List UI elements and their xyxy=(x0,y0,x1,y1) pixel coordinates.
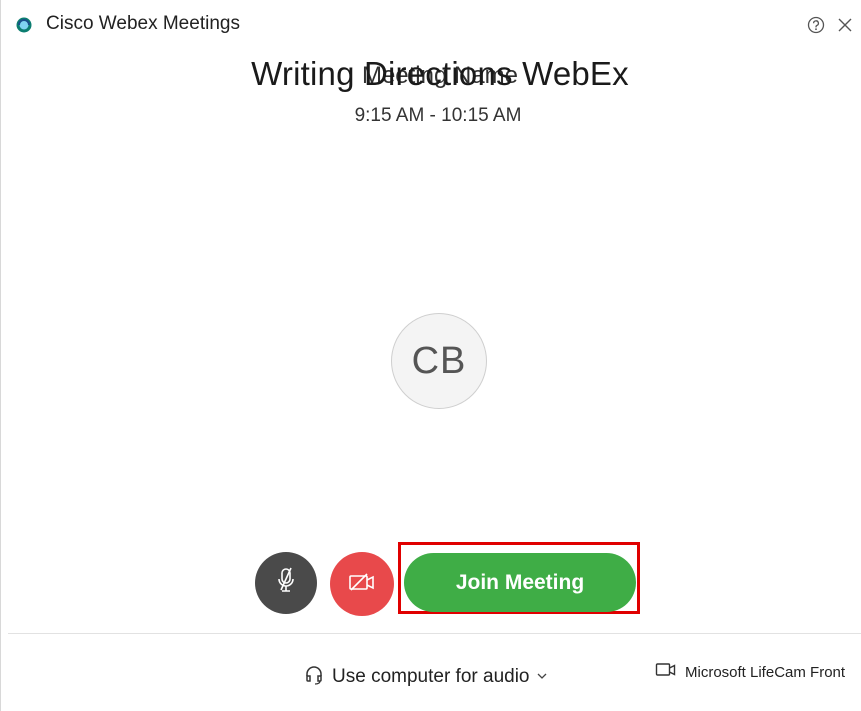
meeting-name-overlay: Meeting Name xyxy=(361,62,519,89)
avatar-initials: CB xyxy=(411,339,467,382)
title-bar: Cisco Webex Meetings xyxy=(0,0,861,50)
chevron-down-icon xyxy=(536,668,548,686)
video-toggle-button[interactable] xyxy=(330,552,394,616)
camera-source-label: Microsoft LifeCam Front xyxy=(685,663,846,681)
app-title: Cisco Webex Meetings xyxy=(46,13,240,34)
microphone-muted-icon xyxy=(273,566,299,601)
camera-source-dropdown[interactable]: Microsoft LifeCam Front xyxy=(655,660,845,684)
close-icon[interactable] xyxy=(834,14,856,36)
join-meeting-button[interactable]: Join Meeting xyxy=(404,553,636,612)
video-off-icon xyxy=(347,570,377,599)
footer-divider xyxy=(8,633,861,634)
camera-icon xyxy=(655,661,677,684)
audio-source-dropdown[interactable]: Use computer for audio xyxy=(303,664,548,690)
webex-logo-icon xyxy=(16,17,32,33)
avatar: CB xyxy=(391,313,487,409)
help-icon[interactable] xyxy=(805,14,827,36)
headset-icon xyxy=(303,664,325,691)
audio-source-label: Use computer for audio xyxy=(332,666,530,687)
meeting-title-area: Writing Directions WebEx Meeting Name xyxy=(0,55,861,103)
meeting-time: 9:15 AM - 10:15 AM xyxy=(354,105,522,126)
mute-button[interactable] xyxy=(255,552,317,614)
